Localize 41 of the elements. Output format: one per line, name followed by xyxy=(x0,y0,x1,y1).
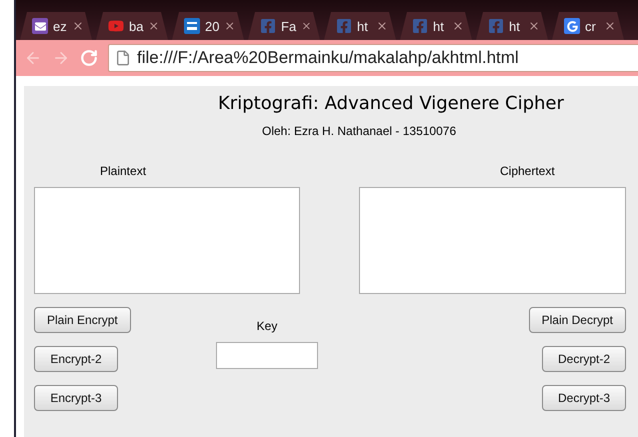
mail-icon xyxy=(32,18,48,34)
close-icon[interactable] xyxy=(604,20,616,32)
encrypt-button[interactable]: Encrypt-3 xyxy=(34,385,118,411)
encrypt-button[interactable]: Encrypt-2 xyxy=(34,346,118,372)
browser-tab[interactable]: ez xyxy=(20,12,92,40)
facebook-icon xyxy=(412,18,428,34)
page-title: Kriptografi: Advanced Vigenere Cipher xyxy=(218,92,565,116)
address-text: file:///F:/Area%20Bermainku/makalahp/akhtml.html xyxy=(137,48,519,68)
key-field[interactable] xyxy=(216,342,318,369)
browser-tab[interactable]: 20 xyxy=(172,12,244,40)
ciphertext-label: Ciphertext xyxy=(499,164,556,178)
google-icon xyxy=(564,18,580,34)
browser-tab[interactable]: ht xyxy=(400,12,472,40)
page-icon xyxy=(115,50,131,66)
facebook-icon xyxy=(260,18,276,34)
close-icon[interactable] xyxy=(376,20,388,32)
close-icon[interactable] xyxy=(528,20,540,32)
browser-tab[interactable]: ht xyxy=(324,12,396,40)
page-subtitle: Oleh: Ezra H. Nathanael - 13510076 xyxy=(262,124,458,138)
browser-tab[interactable]: ht xyxy=(476,12,548,40)
plaintext-label: Plaintext xyxy=(99,164,148,178)
plaintext-field[interactable] xyxy=(34,187,300,294)
play-icon xyxy=(108,18,124,34)
decrypt-button[interactable]: Decrypt-3 xyxy=(542,385,626,411)
close-icon[interactable] xyxy=(224,20,236,32)
decrypt-button[interactable]: Plain Decrypt xyxy=(528,307,626,333)
stripes-icon xyxy=(184,18,200,34)
decrypt-button[interactable]: Decrypt-2 xyxy=(542,346,626,372)
facebook-icon xyxy=(336,18,352,34)
browser-tab[interactable]: Fa xyxy=(248,12,320,40)
ciphertext-field[interactable] xyxy=(359,187,626,294)
address-bar[interactable]: file:///F:/Area%20Bermainku/makalahp/akhtml.html xyxy=(108,44,638,72)
key-label: Key xyxy=(256,319,278,333)
close-icon[interactable] xyxy=(301,20,312,32)
facebook-icon xyxy=(488,18,504,34)
browser-tab[interactable]: cr xyxy=(552,12,624,40)
encrypt-button[interactable]: Plain Encrypt xyxy=(34,307,131,333)
close-icon[interactable] xyxy=(72,20,84,32)
close-icon[interactable] xyxy=(148,20,160,32)
browser-tab[interactable]: ba xyxy=(96,12,168,40)
close-icon[interactable] xyxy=(452,20,464,32)
